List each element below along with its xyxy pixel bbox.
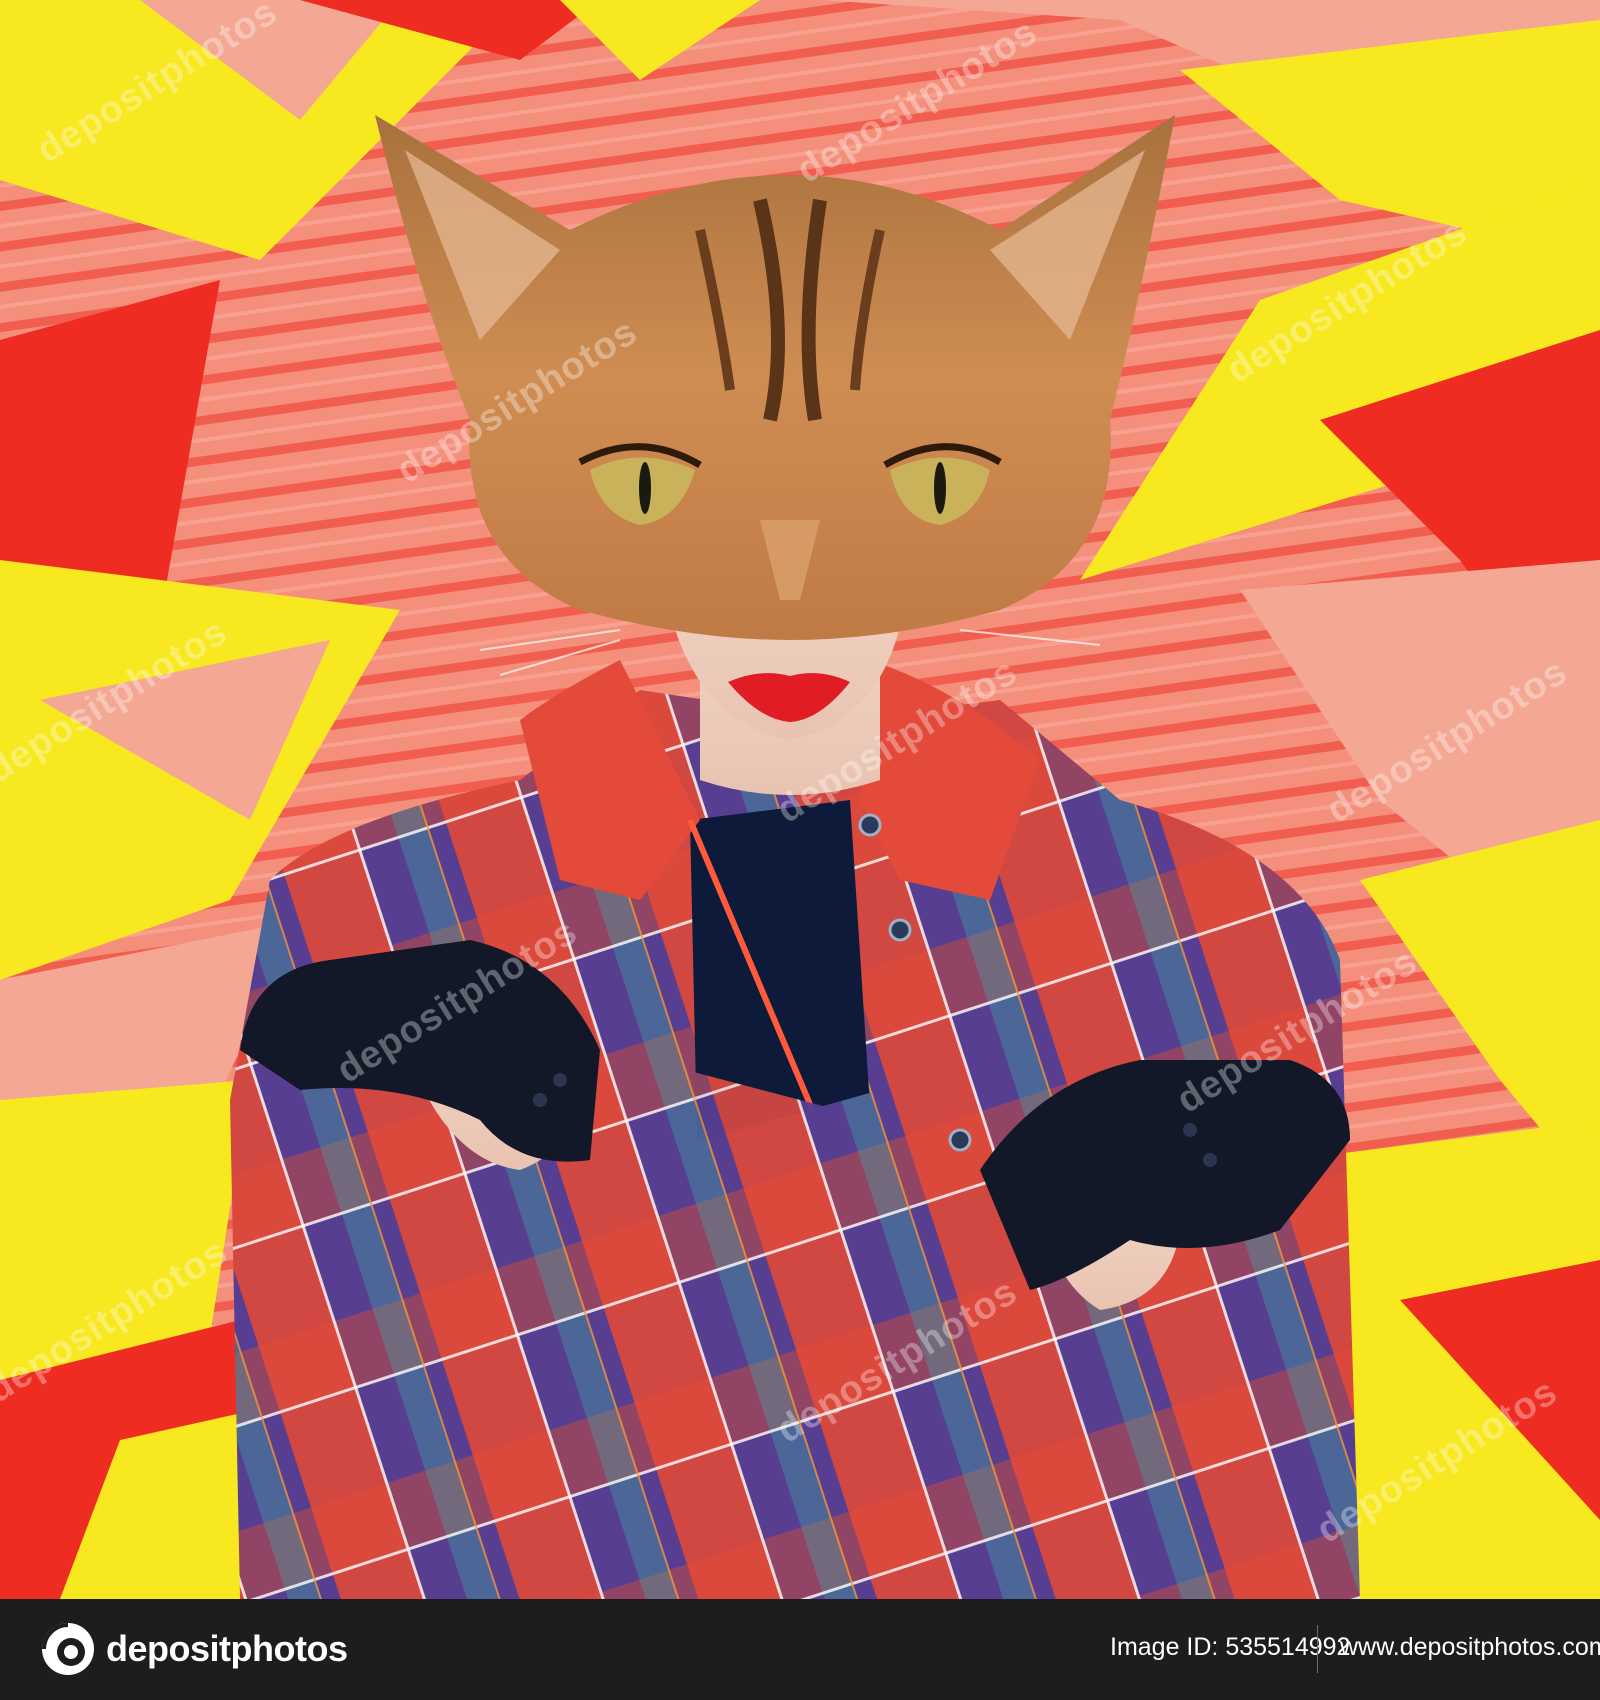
- image-id-label: Image ID: 535514992: [1110, 1633, 1351, 1661]
- brand-logo[interactable]: depositphotos: [40, 1621, 348, 1677]
- site-url-link[interactable]: www.depositphotos.com: [1340, 1633, 1600, 1662]
- stock-footer: depositphotos Image ID: 535514992 www.de…: [0, 1599, 1600, 1700]
- footer-divider: [1317, 1625, 1318, 1673]
- brand-name: depositphotos: [106, 1628, 348, 1669]
- collage-artwork: [0, 0, 1600, 1599]
- collage-image: depositphotos depositphotos depositphoto…: [0, 0, 1600, 1599]
- depositphotos-logo-icon: [42, 1623, 94, 1675]
- stock-photo-page: depositphotos depositphotos depositphoto…: [0, 0, 1600, 1700]
